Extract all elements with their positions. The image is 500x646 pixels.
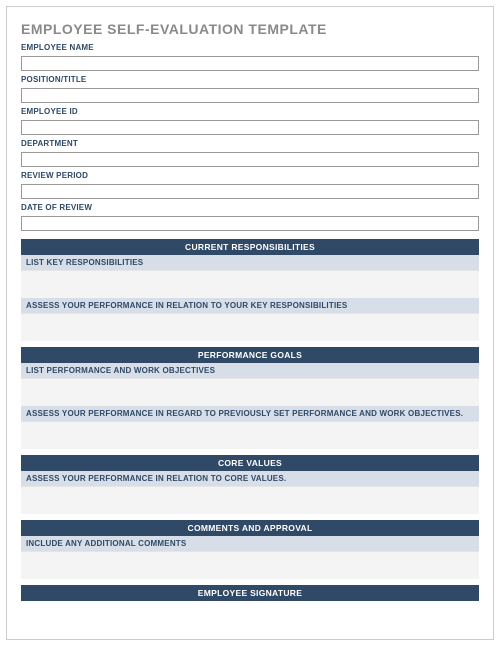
label-date-of-review: DATE OF REVIEW [21,203,479,212]
box-assess-objectives[interactable] [21,421,479,449]
box-assess-responsibilities[interactable] [21,313,479,341]
section-employee-signature: EMPLOYEE SIGNATURE [21,585,479,601]
sub-assess-objectives: ASSESS YOUR PERFORMANCE IN REGARD TO PRE… [21,406,479,421]
field-date-of-review: DATE OF REVIEW [21,203,479,231]
sub-additional-comments: INCLUDE ANY ADDITIONAL COMMENTS [21,536,479,551]
section-performance-goals: PERFORMANCE GOALS LIST PERFORMANCE AND W… [21,347,479,449]
form-page: EMPLOYEE SELF-EVALUATION TEMPLATE EMPLOY… [6,6,494,640]
sub-assess-responsibilities: ASSESS YOUR PERFORMANCE IN RELATION TO Y… [21,298,479,313]
label-review-period: REVIEW PERIOD [21,171,479,180]
input-position-title[interactable] [21,88,479,103]
box-list-responsibilities[interactable] [21,270,479,298]
header-current-responsibilities: CURRENT RESPONSIBILITIES [21,239,479,255]
field-employee-name: EMPLOYEE NAME [21,43,479,71]
sub-list-responsibilities: LIST KEY RESPONSIBILITIES [21,255,479,270]
section-core-values: CORE VALUES ASSESS YOUR PERFORMANCE IN R… [21,455,479,514]
header-comments-approval: COMMENTS AND APPROVAL [21,520,479,536]
input-employee-id[interactable] [21,120,479,135]
page-title: EMPLOYEE SELF-EVALUATION TEMPLATE [21,21,479,37]
sub-assess-core-values: ASSESS YOUR PERFORMANCE IN RELATION TO C… [21,471,479,486]
label-employee-name: EMPLOYEE NAME [21,43,479,52]
field-position-title: POSITION/TITLE [21,75,479,103]
label-department: DEPARTMENT [21,139,479,148]
header-core-values: CORE VALUES [21,455,479,471]
box-list-objectives[interactable] [21,378,479,406]
header-employee-signature: EMPLOYEE SIGNATURE [21,585,479,601]
section-current-responsibilities: CURRENT RESPONSIBILITIES LIST KEY RESPON… [21,239,479,341]
header-performance-goals: PERFORMANCE GOALS [21,347,479,363]
sub-list-objectives: LIST PERFORMANCE AND WORK OBJECTIVES [21,363,479,378]
section-comments-approval: COMMENTS AND APPROVAL INCLUDE ANY ADDITI… [21,520,479,579]
label-employee-id: EMPLOYEE ID [21,107,479,116]
input-employee-name[interactable] [21,56,479,71]
input-review-period[interactable] [21,184,479,199]
input-date-of-review[interactable] [21,216,479,231]
field-employee-id: EMPLOYEE ID [21,107,479,135]
box-additional-comments[interactable] [21,551,479,579]
box-assess-core-values[interactable] [21,486,479,514]
field-review-period: REVIEW PERIOD [21,171,479,199]
field-department: DEPARTMENT [21,139,479,167]
input-department[interactable] [21,152,479,167]
label-position-title: POSITION/TITLE [21,75,479,84]
